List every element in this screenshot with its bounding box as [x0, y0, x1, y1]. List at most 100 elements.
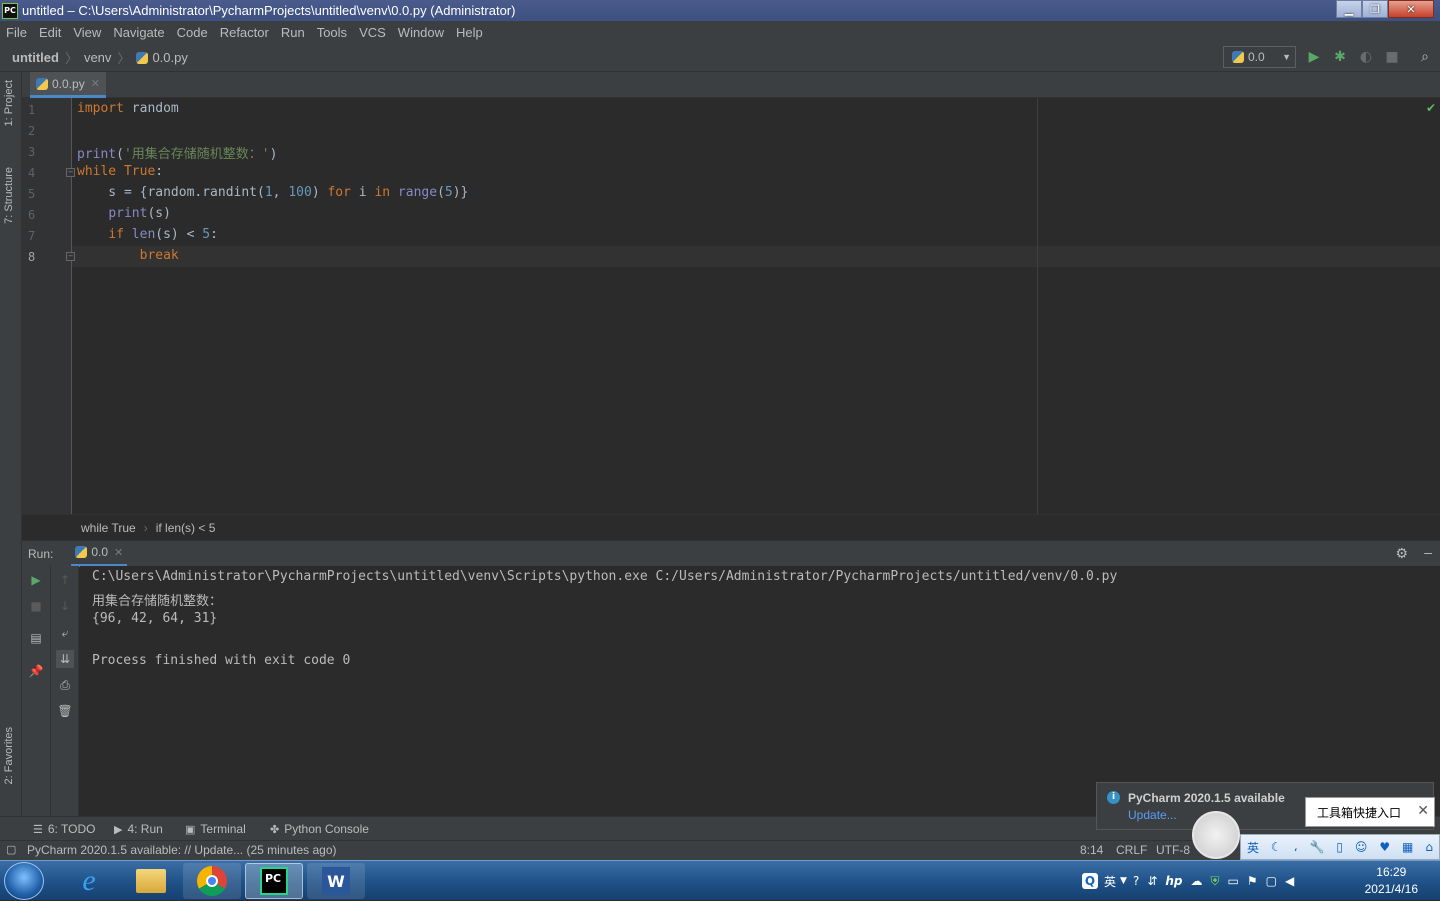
up-arrow-icon[interactable]: ↑: [56, 571, 74, 589]
editor-tab[interactable]: 0.0.py ✕: [30, 72, 106, 98]
network-icon[interactable]: ⇵: [1147, 874, 1157, 888]
clock[interactable]: 16:29 2021/4/16: [1365, 864, 1418, 898]
code-line: import random: [77, 101, 179, 116]
skin-icon[interactable]: ♥: [1379, 840, 1390, 854]
menu-run[interactable]: Run: [281, 25, 305, 40]
print-icon[interactable]: ⎙: [56, 676, 74, 694]
chrome-icon[interactable]: [183, 863, 241, 899]
pin-icon[interactable]: 📌: [27, 662, 45, 680]
file-encoding[interactable]: UTF-8: [1156, 843, 1190, 857]
run-icon[interactable]: ▶: [1305, 48, 1323, 66]
terminal-tool-button[interactable]: ▣ Terminal: [185, 822, 246, 836]
scroll-to-end-icon[interactable]: ⇊: [56, 650, 74, 668]
close-icon[interactable]: ✕: [1417, 803, 1429, 819]
soft-wrap-icon[interactable]: ⤶: [56, 624, 74, 642]
run-tool-button[interactable]: ▶ 4: Run: [114, 822, 163, 836]
line-number-current: 8: [28, 250, 36, 264]
down-arrow-icon[interactable]: ↓: [56, 597, 74, 615]
line-number: 2: [28, 124, 36, 138]
menu-edit[interactable]: Edit: [39, 25, 61, 40]
update-link[interactable]: Update...: [1128, 808, 1177, 822]
menu-vcs[interactable]: VCS: [359, 25, 386, 40]
chevron-right-icon: 〉: [64, 51, 78, 66]
line-separator[interactable]: CRLF: [1116, 843, 1147, 857]
maximize-icon[interactable]: ❐: [1362, 0, 1388, 18]
menu-file[interactable]: File: [6, 25, 27, 40]
cloud-icon[interactable]: ☁: [1191, 874, 1203, 888]
display-icon[interactable]: ▢: [1266, 874, 1277, 888]
fold-end-icon[interactable]: −: [66, 252, 75, 261]
grid-icon[interactable]: ▦: [1402, 840, 1413, 854]
coverage-icon[interactable]: ◐: [1357, 48, 1375, 66]
breadcrumb-item[interactable]: while True: [81, 521, 136, 535]
close-icon[interactable]: ✕: [1388, 0, 1434, 18]
nav-project[interactable]: untitled: [12, 50, 59, 65]
gear-icon[interactable]: ⚙: [1395, 545, 1408, 562]
lock-icon[interactable]: ⌂: [1425, 840, 1433, 854]
caret-position[interactable]: 8:14: [1080, 843, 1103, 857]
ime-language[interactable]: 英: [1247, 839, 1259, 856]
hp-icon[interactable]: hp: [1165, 874, 1182, 888]
internet-explorer-icon[interactable]: e: [60, 863, 118, 899]
menu-code[interactable]: Code: [177, 25, 208, 40]
clipboard-icon[interactable]: ▯: [1336, 840, 1343, 854]
word-icon[interactable]: W: [307, 863, 365, 899]
run-configuration-select[interactable]: 0.0 ▼: [1223, 46, 1296, 68]
chevron-right-icon: ›: [143, 520, 148, 535]
debug-icon[interactable]: ✱: [1331, 48, 1349, 66]
shield-icon[interactable]: ⛨: [1211, 874, 1220, 889]
favorites-tool-button[interactable]: 2: Favorites: [3, 727, 15, 784]
stop-icon[interactable]: ■: [27, 597, 45, 615]
code-line: while True:: [77, 164, 164, 179]
editor-tab-bar: [22, 72, 1440, 98]
search-icon[interactable]: ⌕: [1416, 48, 1434, 66]
trash-icon[interactable]: 🗑: [56, 702, 74, 720]
todo-tool-button[interactable]: ☰ 6: TODO: [33, 822, 95, 836]
search-app-icon[interactable]: Q: [1082, 873, 1098, 889]
breadcrumb-item[interactable]: if len(s) < 5: [156, 521, 216, 535]
monitor-icon[interactable]: ▭: [1228, 874, 1239, 888]
menu-refactor[interactable]: Refactor: [220, 25, 269, 40]
punctuation-icon[interactable]: ،: [1294, 840, 1298, 854]
fold-toggle-icon[interactable]: −: [66, 168, 75, 177]
start-button[interactable]: [4, 862, 44, 900]
wrench-icon[interactable]: 🔧: [1309, 840, 1324, 854]
python-file-icon: [36, 77, 48, 90]
minimize-panel-icon[interactable]: –: [1424, 544, 1432, 560]
moon-icon[interactable]: ☾: [1271, 840, 1282, 854]
menu-window[interactable]: Window: [398, 25, 444, 40]
stop-icon[interactable]: ■: [1383, 48, 1401, 66]
close-tab-icon[interactable]: ✕: [114, 546, 123, 559]
chevron-down-icon[interactable]: ▼: [1120, 876, 1127, 886]
close-tab-icon[interactable]: ✕: [91, 77, 100, 90]
structure-tool-button[interactable]: 7: Structure: [3, 167, 15, 224]
chevron-right-icon: 〉: [117, 51, 131, 66]
run-console[interactable]: [80, 566, 1440, 816]
menu-navigate[interactable]: Navigate: [113, 25, 164, 40]
ime-mascot-icon[interactable]: [1192, 811, 1240, 859]
flag-icon[interactable]: ⚑: [1247, 874, 1258, 888]
status-message[interactable]: PyCharm 2020.1.5 available: // Update...…: [27, 843, 337, 857]
file-explorer-icon[interactable]: [122, 863, 180, 899]
line-number-gutter: 1 2 3 4 5 6 7 8: [22, 98, 72, 514]
run-icon: ▶: [114, 823, 123, 836]
nav-folder[interactable]: venv: [84, 50, 111, 65]
minimize-icon[interactable]: ▁: [1336, 0, 1362, 18]
input-language[interactable]: 英: [1104, 873, 1116, 890]
pycharm-taskbar-icon[interactable]: PC: [245, 863, 303, 899]
project-tool-button[interactable]: 1: Project: [3, 80, 15, 126]
python-console-tool-button[interactable]: ✤ Python Console: [270, 822, 369, 836]
menu-view[interactable]: View: [73, 25, 101, 40]
inspection-ok-icon[interactable]: ✔: [1426, 101, 1436, 115]
menu-tools[interactable]: Tools: [317, 25, 347, 40]
help-icon[interactable]: ?: [1133, 874, 1139, 888]
nav-file[interactable]: 0.0.py: [152, 50, 187, 65]
code-line: if len(s) < 5:: [108, 227, 218, 242]
run-tab[interactable]: 0.0 ✕: [71, 541, 128, 567]
rerun-icon[interactable]: ▶: [27, 571, 45, 589]
smiley-icon[interactable]: ☺: [1355, 840, 1368, 854]
menu-help[interactable]: Help: [456, 25, 483, 40]
layout-icon[interactable]: ▤: [27, 629, 45, 647]
volume-icon[interactable]: ◀: [1285, 874, 1294, 888]
tool-windows-toggle-icon[interactable]: ▢: [6, 843, 16, 856]
